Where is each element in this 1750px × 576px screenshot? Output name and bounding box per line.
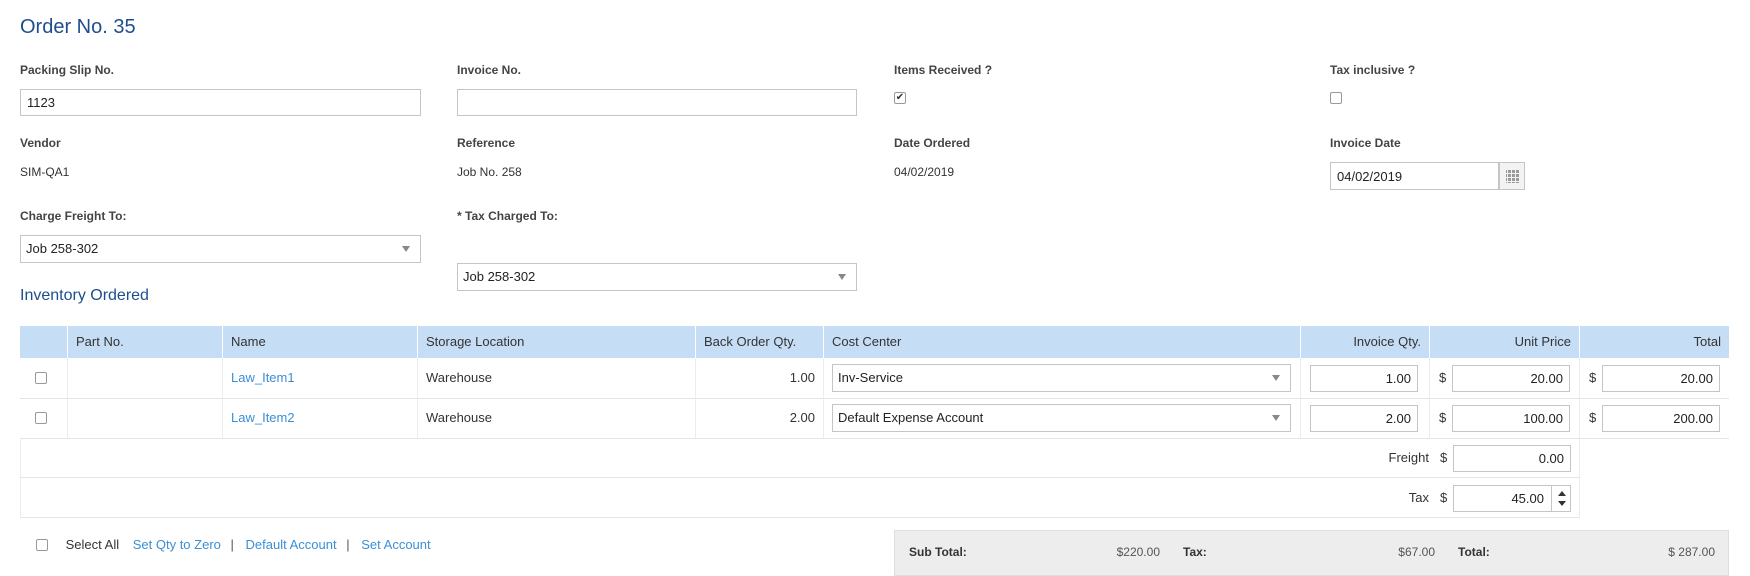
header-name: Name — [223, 326, 418, 358]
freight-row: Freight $ — [20, 438, 1580, 478]
chevron-down-icon — [838, 274, 846, 280]
part-no-cell — [68, 398, 223, 438]
tax-label: Tax — [1408, 490, 1429, 505]
totals-bar: Sub Total: $220.00 Tax: $67.00 Total: $ … — [894, 530, 1729, 576]
reference-value: Job No. 258 — [457, 165, 522, 179]
header-total: Total — [1693, 334, 1721, 349]
storage-location-cell: Warehouse — [418, 358, 696, 398]
table-header: Part No. Name Storage Location Back Orde… — [20, 326, 1729, 358]
unit-price-input[interactable] — [1452, 405, 1570, 432]
chevron-down-icon — [1272, 375, 1280, 381]
tax-row: Tax $ — [20, 478, 1580, 518]
subtotal-label: Sub Total: — [909, 545, 967, 559]
back-order-qty-cell: 1.00 — [696, 358, 824, 398]
page-title: Order No. 35 — [20, 16, 136, 38]
tax-total-value: $67.00 — [1398, 545, 1435, 559]
bulk-actions: Select All Set Qty to Zero | Default Acc… — [20, 536, 437, 552]
currency-symbol: $ — [1589, 410, 1597, 425]
row-checkbox[interactable] — [35, 372, 47, 384]
subtotal-value: $220.00 — [1116, 545, 1160, 559]
header-storage-location: Storage Location — [418, 326, 696, 358]
vendor-label: Vendor — [20, 136, 61, 150]
tax-stepper[interactable] — [1453, 485, 1571, 512]
tax-spinner[interactable] — [1551, 485, 1571, 512]
grand-total-label: Total: — [1458, 545, 1490, 559]
line-total-input[interactable] — [1602, 405, 1720, 432]
date-ordered-label: Date Ordered — [894, 136, 971, 150]
currency-symbol: $ — [1589, 370, 1597, 385]
calendar-icon — [1506, 170, 1519, 183]
item-name-link[interactable]: Law_Item2 — [223, 398, 418, 438]
items-received-label: Items Received ? — [894, 63, 993, 77]
packing-slip-input[interactable] — [20, 89, 421, 116]
charge-freight-value: Job 258-302 — [26, 241, 99, 256]
vendor-value: SIM-QA1 — [20, 165, 70, 179]
cost-center-select[interactable]: Default Expense Account — [832, 404, 1291, 432]
date-ordered-value: 04/02/2019 — [894, 165, 955, 179]
freight-input[interactable] — [1453, 445, 1571, 472]
row-checkbox[interactable] — [35, 412, 47, 424]
invoice-no-label: Invoice No. — [457, 63, 522, 77]
charge-freight-select[interactable]: Job 258-302 — [20, 235, 421, 263]
link-separator: | — [230, 537, 234, 553]
header-cost-center: Cost Center — [824, 326, 1301, 358]
header-invoice-qty: Invoice Qty. — [1301, 326, 1430, 358]
invoice-date-input[interactable] — [1330, 162, 1499, 190]
unit-price-input[interactable] — [1452, 365, 1570, 392]
grand-total-value: $ 287.00 — [1668, 545, 1715, 559]
invoice-no-input[interactable] — [457, 89, 857, 116]
invoice-date-label: Invoice Date — [1330, 136, 1401, 150]
chevron-down-icon — [402, 246, 410, 252]
calendar-button[interactable] — [1499, 162, 1525, 190]
currency-symbol: $ — [1439, 410, 1447, 425]
select-all-label: Select All — [65, 537, 120, 553]
tax-charged-value: Job 258-302 — [463, 269, 536, 284]
reference-label: Reference — [457, 136, 516, 150]
select-all-checkbox[interactable] — [36, 538, 48, 551]
header-back-order-qty: Back Order Qty. — [696, 326, 824, 358]
part-no-cell — [68, 358, 223, 398]
tax-total-label: Tax: — [1183, 545, 1207, 559]
set-account-link[interactable]: Set Account — [361, 537, 430, 552]
default-account-link[interactable]: Default Account — [246, 537, 337, 552]
cost-center-select[interactable]: Inv-Service — [832, 364, 1291, 392]
header-part-no: Part No. — [68, 326, 223, 358]
items-received-checkbox[interactable]: ✔ — [894, 92, 906, 104]
link-separator: | — [346, 537, 350, 553]
packing-slip-label: Packing Slip No. — [20, 63, 115, 77]
set-qty-zero-link[interactable]: Set Qty to Zero — [133, 537, 221, 552]
invoice-qty-input[interactable] — [1310, 405, 1418, 432]
currency-symbol: $ — [1440, 490, 1448, 505]
chevron-up-icon[interactable] — [1558, 491, 1566, 496]
tax-charged-label: * Tax Charged To: — [457, 209, 558, 223]
header-unit-price: Unit Price — [1430, 326, 1580, 358]
tax-charged-select[interactable]: Job 258-302 — [457, 263, 857, 291]
freight-label: Freight — [1388, 450, 1429, 465]
item-name-link[interactable]: Law_Item1 — [223, 358, 418, 398]
line-total-input[interactable] — [1602, 365, 1720, 392]
currency-symbol: $ — [1439, 370, 1447, 385]
currency-symbol: $ — [1440, 450, 1448, 465]
back-order-qty-cell: 2.00 — [696, 398, 824, 438]
header-select — [20, 326, 68, 358]
cost-center-value: Inv-Service — [838, 370, 904, 385]
cost-center-value: Default Expense Account — [838, 410, 984, 425]
tax-inclusive-checkbox[interactable] — [1330, 92, 1342, 104]
table-row: Law_Item2 Warehouse 2.00 Default Expense… — [20, 398, 1729, 439]
chevron-down-icon[interactable] — [1558, 501, 1566, 506]
invoice-qty-input[interactable] — [1310, 365, 1418, 392]
inventory-section-title: Inventory Ordered — [20, 287, 149, 304]
chevron-down-icon — [1272, 415, 1280, 421]
storage-location-cell: Warehouse — [418, 398, 696, 438]
charge-freight-label: Charge Freight To: — [20, 209, 127, 223]
tax-inclusive-label: Tax inclusive ? — [1330, 63, 1416, 77]
table-row: Law_Item1 Warehouse 1.00 Inv-Service $ $ — [20, 358, 1729, 399]
